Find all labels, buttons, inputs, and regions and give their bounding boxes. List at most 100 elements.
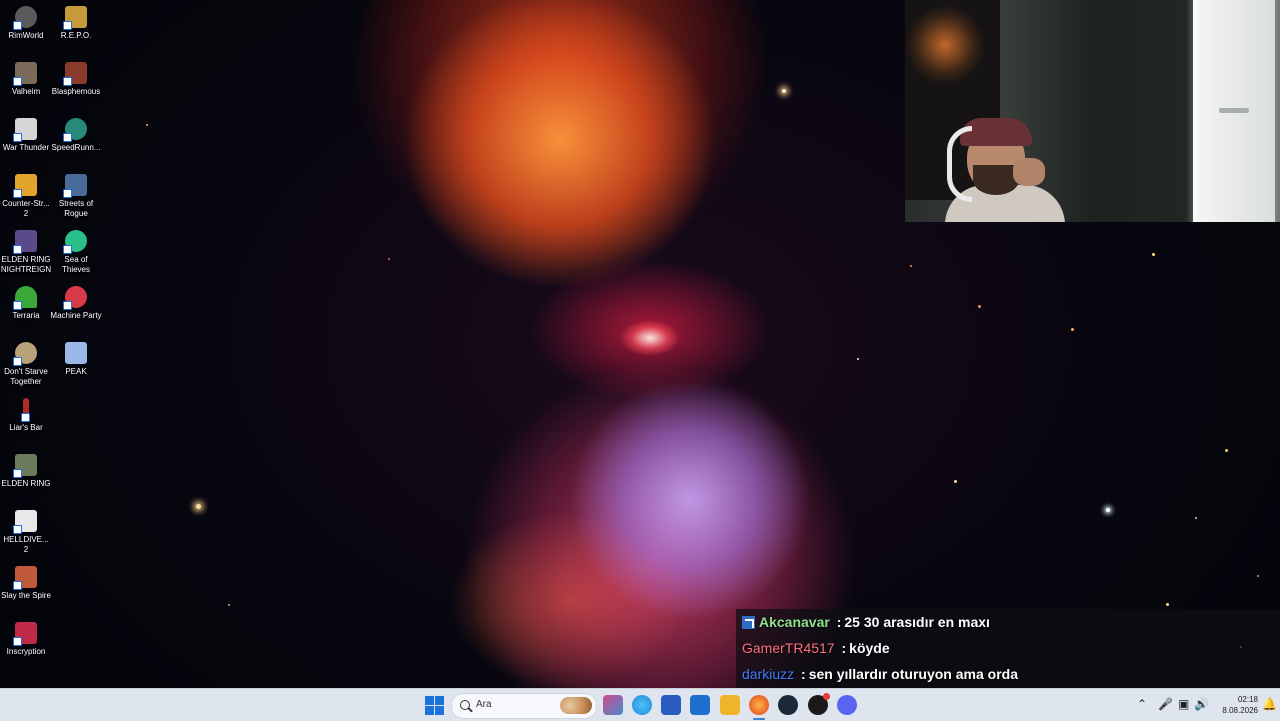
wallpaper-star — [1225, 449, 1228, 452]
inscryption-icon — [13, 622, 37, 646]
desktop-icon-speedrunners[interactable]: SpeedRunn... — [50, 118, 102, 153]
icon-label: Sea of Thieves — [61, 255, 90, 274]
desktop-icon-rimworld[interactable]: RimWorld — [0, 6, 52, 41]
system-clock[interactable]: 02:18 8.08.2026 — [1216, 694, 1258, 716]
icon-label: Inscryption — [6, 647, 46, 656]
start-button[interactable] — [424, 695, 444, 715]
headphones — [947, 126, 972, 202]
slay-the-spire-icon — [13, 566, 37, 590]
chat-username: GamerTR4517 — [742, 640, 835, 656]
chat-message: Akcanavar :25 30 arasıdır en maxı — [736, 609, 1280, 635]
wallpaper-star — [1152, 253, 1155, 256]
icon-label: ELDEN RING — [1, 479, 51, 488]
desktop-icon-liars-bar[interactable]: Liar's Bar — [0, 398, 52, 433]
wallpaper-star — [1106, 508, 1110, 512]
streamer-hand — [1013, 158, 1045, 186]
chat-message: GamerTR4517 : köyde — [742, 640, 890, 656]
wallpaper-star — [388, 258, 390, 260]
counter-strike-icon — [13, 174, 37, 198]
chat-username: darkiuzz — [742, 666, 795, 682]
desktop-icon-elden-ring-nightreign[interactable]: ELDEN RING NIGHTREIGN — [0, 230, 52, 275]
widgets-icon[interactable] — [603, 695, 623, 715]
desktop-icon-streets-of-rogue[interactable]: Streets of Rogue — [50, 174, 102, 219]
volume-icon[interactable]: 🔊 — [1194, 697, 1209, 711]
steam-icon[interactable] — [778, 695, 798, 715]
icon-label: Don't Starve Together — [4, 367, 48, 386]
firefox-icon[interactable] — [749, 695, 769, 715]
chat-app-icon[interactable] — [808, 693, 830, 715]
icon-label: Machine Party — [50, 311, 102, 320]
helldivers-icon — [13, 510, 37, 534]
desktop-icon-helldivers-2[interactable]: HELLDIVE... 2 — [0, 510, 52, 555]
desktop-icon-repo[interactable]: R.E.P.O. — [50, 6, 102, 41]
wallpaper-star — [1166, 603, 1169, 606]
wallpaper-star — [857, 358, 859, 360]
file-explorer-icon[interactable] — [720, 695, 740, 715]
chat-badge-icon — [742, 616, 755, 629]
blasphemous-icon — [63, 62, 87, 86]
icon-label: RimWorld — [8, 31, 44, 40]
store-icon[interactable] — [661, 695, 681, 715]
clock-date: 8.08.2026 — [1222, 706, 1258, 715]
machine-party-icon — [63, 286, 87, 310]
dont-starve-icon — [13, 342, 37, 366]
desktop-icon-terraria[interactable]: Terraria — [0, 286, 52, 321]
chat-text: 25 30 arasıdır en maxı — [844, 614, 990, 630]
desktop-icon-slay-the-spire[interactable]: Slay the Spire — [0, 566, 52, 601]
war-thunder-icon — [13, 118, 37, 142]
desktop-icon-machine-party[interactable]: Machine Party — [50, 286, 102, 321]
icon-label: Blasphemous — [51, 87, 101, 96]
chat-text: sen yıllardır oturuyon ama orda — [808, 666, 1018, 682]
desktop-icon-sea-of-thieves[interactable]: Sea of Thieves — [50, 230, 102, 275]
edge-icon[interactable] — [632, 695, 652, 715]
terraria-icon — [13, 286, 37, 310]
desktop-icon-peak[interactable]: PEAK — [50, 342, 102, 377]
wallpaper-star — [1257, 575, 1259, 577]
icon-label: Valheim — [11, 87, 41, 96]
notification-bell-icon[interactable]: 🔔 — [1262, 697, 1277, 711]
wallpaper-star — [978, 305, 981, 308]
taskbar-search[interactable]: Ara — [451, 693, 597, 719]
icon-label: R.E.P.O. — [60, 31, 92, 40]
icon-label: ELDEN RING NIGHTREIGN — [0, 255, 52, 274]
icon-label: SpeedRunn... — [51, 143, 101, 152]
icon-label: Slay the Spire — [1, 591, 51, 600]
wallpaper-star — [782, 89, 786, 93]
discord-icon[interactable] — [837, 695, 857, 715]
webcam-overlay — [905, 0, 1280, 222]
notification-dot — [823, 693, 830, 700]
desktop-icon-dont-starve-together[interactable]: Don't Starve Together — [0, 342, 52, 387]
taskbar: Ara ⌃ 🎤 ▣ 🔊 02:18 8.08.2026 🔔 — [0, 688, 1280, 721]
chat-message: darkiuzz : sen yıllardır oturuyon ama ord… — [742, 666, 1018, 682]
liars-bar-icon — [21, 398, 30, 422]
desktop-icon-inscryption[interactable]: Inscryption — [0, 622, 52, 657]
desktop-icon-valheim[interactable]: Valheim — [0, 62, 52, 97]
desktop-icon-elden-ring[interactable]: ELDEN RING — [0, 454, 52, 489]
chat-text: köyde — [849, 640, 890, 656]
microphone-icon[interactable]: 🎤 — [1158, 697, 1173, 711]
speedrunners-icon — [63, 118, 87, 142]
chevron-up-icon[interactable]: ⌃ — [1137, 697, 1147, 711]
outlook-icon[interactable] — [690, 695, 710, 715]
icon-label: Counter-Str... 2 — [2, 199, 50, 218]
wallpaper-star — [1195, 517, 1197, 519]
peak-icon — [65, 342, 87, 364]
icon-label: War Thunder — [2, 143, 50, 152]
stream-chat-overlay: Akcanavar :25 30 arasıdır en maxı GamerT… — [736, 609, 1280, 689]
clock-time: 02:18 — [1237, 695, 1258, 704]
valheim-icon — [13, 62, 37, 86]
icon-label: Liar's Bar — [9, 423, 43, 432]
desktop-icon-war-thunder[interactable]: War Thunder — [0, 118, 52, 153]
desktop-icon-blasphemous[interactable]: Blasphemous — [50, 62, 102, 97]
icon-label: Streets of Rogue — [58, 199, 94, 218]
rimworld-icon — [13, 6, 37, 30]
search-icon — [460, 700, 470, 710]
wallpaper-star — [146, 124, 148, 126]
network-icon[interactable]: ▣ — [1178, 697, 1189, 711]
door — [1193, 0, 1275, 222]
sea-of-thieves-icon — [63, 230, 87, 254]
desktop-icon-counter-strike-2[interactable]: Counter-Str... 2 — [0, 174, 52, 219]
wallpaper-star — [196, 504, 201, 509]
search-highlight-thumbnail — [560, 697, 592, 714]
wallpaper-star — [910, 265, 912, 267]
